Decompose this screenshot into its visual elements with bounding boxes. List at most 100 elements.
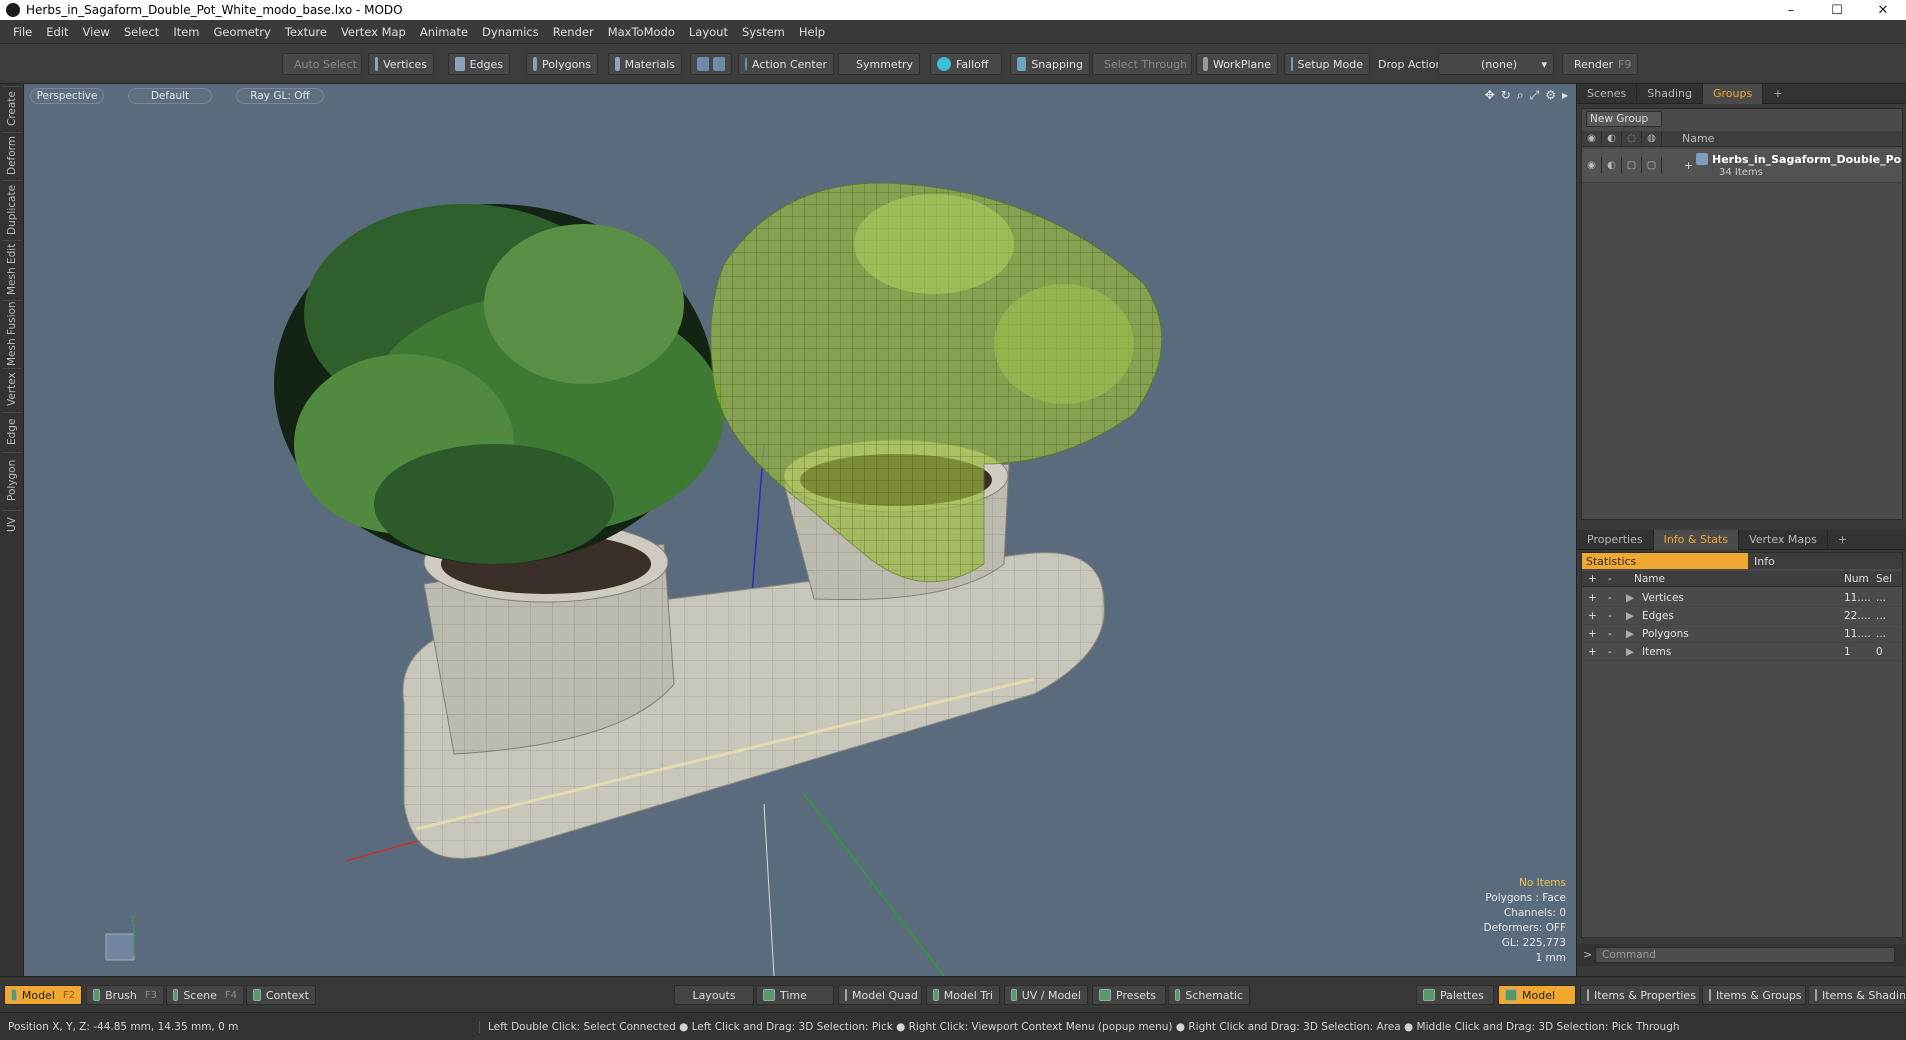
tab-uv[interactable]: UV	[2, 510, 22, 538]
presets-button[interactable]: Presets	[1092, 985, 1166, 1005]
model-tri-button[interactable]: Model Tri	[926, 985, 1000, 1005]
menu-item[interactable]: Item	[166, 25, 206, 39]
visibility-icon[interactable]: ◉	[1582, 130, 1602, 147]
scene-layout-button[interactable]: Scene F4	[166, 985, 244, 1005]
add-tab-button[interactable]: +	[1763, 84, 1792, 104]
render-toggle-icon[interactable]: ◐	[1602, 130, 1622, 147]
setup-mode-button[interactable]: Setup Mode	[1284, 53, 1370, 75]
collapse-button[interactable]: -	[1608, 589, 1612, 606]
menu-layout[interactable]: Layout	[682, 25, 735, 39]
tab-info[interactable]: Info	[1748, 553, 1902, 569]
render-button[interactable]: Render F9	[1562, 53, 1638, 75]
edges-button[interactable]: Edges	[448, 53, 510, 75]
new-group-button[interactable]: New Group	[1586, 111, 1662, 127]
selection-sets-button[interactable]	[690, 53, 732, 75]
rotate-view-icon[interactable]: ↻	[1501, 88, 1511, 103]
tab-mesh-edit[interactable]: Mesh Edit	[2, 240, 22, 298]
menu-edit[interactable]: Edit	[39, 25, 75, 39]
maximize-button[interactable]: ☐	[1814, 0, 1860, 20]
tab-vertex-maps[interactable]: Vertex Maps	[1739, 529, 1828, 550]
expand-button[interactable]: +	[1588, 625, 1597, 642]
vertices-button[interactable]: Vertices	[368, 53, 434, 75]
brush-layout-button[interactable]: Brush F3	[86, 985, 164, 1005]
tab-info-stats[interactable]: Info & Stats	[1653, 529, 1740, 550]
menu-dynamics[interactable]: Dynamics	[475, 25, 546, 39]
items-shading-button[interactable]: Items & Shading	[1808, 985, 1906, 1005]
menu-system[interactable]: System	[735, 25, 792, 39]
tab-shading[interactable]: Shading	[1637, 83, 1703, 104]
collapse-button[interactable]: -	[1608, 607, 1612, 624]
palettes-button[interactable]: Palettes	[1416, 985, 1494, 1005]
3d-viewport[interactable]: Y Perspective Default Ray GL: Off ✥ ↻ ⌕ …	[24, 84, 1576, 976]
menu-vertex-map[interactable]: Vertex Map	[334, 25, 413, 39]
menu-maxtomodo[interactable]: MaxToModo	[601, 25, 682, 39]
table-row[interactable]: + - ▶ Vertices 11.... ...	[1582, 589, 1902, 607]
tab-groups[interactable]: Groups	[1702, 83, 1764, 104]
select-through-button[interactable]: Select Through	[1092, 53, 1192, 75]
uv-model-button[interactable]: UV / Model	[1004, 985, 1088, 1005]
view-perspective-button[interactable]: Perspective	[30, 88, 104, 104]
table-row[interactable]: + - ▶ Polygons 11.... ...	[1582, 625, 1902, 643]
workplane-button[interactable]: WorkPlane	[1196, 53, 1278, 75]
menu-help[interactable]: Help	[792, 25, 832, 39]
lock-icon[interactable]: ◌	[1622, 130, 1642, 147]
zoom-view-icon[interactable]: ⌕	[1517, 88, 1524, 103]
table-row[interactable]: + - ▶ Edges 22.... ...	[1582, 607, 1902, 625]
context-layout-button[interactable]: Context	[246, 985, 316, 1005]
tab-scenes[interactable]: Scenes	[1577, 83, 1638, 104]
layouts-button[interactable]: Layouts	[674, 985, 754, 1005]
materials-button[interactable]: Materials	[608, 53, 682, 75]
add-tab-button[interactable]: +	[1828, 530, 1857, 550]
raygl-button[interactable]: Ray GL: Off	[236, 88, 324, 104]
tab-edge[interactable]: Edge	[2, 412, 22, 450]
expand-button[interactable]: +	[1588, 607, 1597, 624]
action-center-button[interactable]: Action Center	[738, 53, 834, 75]
gear-icon[interactable]: ⚙	[1545, 88, 1556, 103]
render-icon[interactable]: ◐	[1602, 157, 1622, 173]
drop-action-select[interactable]: (none) ▾	[1438, 53, 1554, 75]
menu-texture[interactable]: Texture	[278, 25, 334, 39]
command-input[interactable]: Command	[1595, 947, 1895, 963]
model-mode-button[interactable]: Model	[1498, 985, 1576, 1005]
move-view-icon[interactable]: ✥	[1485, 88, 1495, 103]
triangle-right-icon[interactable]: ▶	[1626, 625, 1634, 642]
tab-create[interactable]: Create	[2, 86, 22, 130]
tab-vertex[interactable]: Vertex	[2, 368, 22, 410]
shading-default-button[interactable]: Default	[128, 88, 212, 104]
triangle-right-icon[interactable]: ▶	[1626, 643, 1634, 660]
menu-select[interactable]: Select	[117, 25, 166, 39]
time-button[interactable]: Time	[756, 985, 834, 1005]
auto-select-button[interactable]: Auto Select	[282, 53, 362, 75]
menu-file[interactable]: File	[6, 25, 39, 39]
checkbox-icon[interactable]: ▢	[1622, 157, 1642, 173]
triangle-right-icon[interactable]: ▶	[1626, 607, 1634, 624]
polygons-button[interactable]: Polygons	[526, 53, 598, 75]
expand-button[interactable]: +	[1588, 589, 1597, 606]
checkbox-icon[interactable]: ▢	[1642, 157, 1662, 173]
symmetry-button[interactable]: Symmetry	[838, 53, 920, 75]
schematic-button[interactable]: Schematic	[1168, 985, 1250, 1005]
tab-mesh-fusion[interactable]: Mesh Fusion	[2, 300, 22, 366]
menu-animate[interactable]: Animate	[413, 25, 475, 39]
collapse-button[interactable]: -	[1608, 625, 1612, 642]
arrow-right-icon[interactable]: ▸	[1562, 88, 1568, 103]
model-layout-button[interactable]: Model F2	[4, 985, 82, 1005]
expand-icon[interactable]: +	[1684, 159, 1693, 172]
table-row[interactable]: + - ▶ Items 1 0	[1582, 643, 1902, 661]
tab-polygon[interactable]: Polygon	[2, 452, 22, 508]
tab-deform[interactable]: Deform	[2, 132, 22, 178]
menu-geometry[interactable]: Geometry	[207, 25, 278, 39]
close-button[interactable]: ✕	[1860, 0, 1906, 20]
eye-icon[interactable]: ◉	[1582, 157, 1602, 173]
menu-view[interactable]: View	[76, 25, 117, 39]
minimize-button[interactable]: –	[1768, 0, 1814, 20]
menu-render[interactable]: Render	[546, 25, 601, 39]
fit-view-icon[interactable]: ⤢	[1530, 88, 1540, 103]
expand-button[interactable]: +	[1588, 643, 1597, 660]
model-quad-button[interactable]: Model Quad	[838, 985, 922, 1005]
items-groups-button[interactable]: Items & Groups	[1702, 985, 1806, 1005]
tab-properties[interactable]: Properties	[1577, 529, 1654, 550]
collapse-button[interactable]: -	[1608, 643, 1612, 660]
items-properties-button[interactable]: Items & Properties	[1580, 985, 1700, 1005]
select-toggle-icon[interactable]: ◍	[1642, 130, 1662, 147]
